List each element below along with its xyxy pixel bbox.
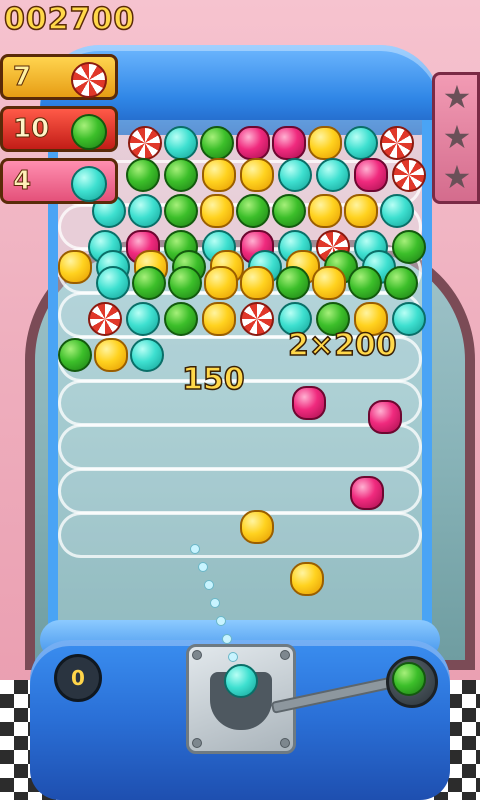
green-candy [276,266,310,300]
green-candy [132,266,166,300]
green-candy [164,158,198,192]
swirl-candy [88,302,122,336]
yellow-candy [202,302,236,336]
star-empty-icon: ★ [442,158,472,196]
green-candy [272,194,306,228]
rivet [280,650,290,660]
next-candy[interactable] [392,662,426,696]
green-candy [392,230,426,264]
aim-trail-dot [216,616,226,626]
points-popup: 150 [181,361,245,398]
rivet [192,650,202,660]
goal-count: 7 [13,62,32,93]
score-display: 002700 [3,1,136,38]
teal-candy-icon [71,166,107,202]
rivet [192,738,202,748]
yellow-candy [94,338,128,372]
yellow-candy [240,266,274,300]
berry-candy [236,126,270,160]
swirl-candy [128,126,162,160]
aim-trail-dot [190,544,200,554]
berry-candy [350,476,384,510]
loaded-candy[interactable] [224,664,258,698]
berry-candy [292,386,326,420]
yellow-candy [312,266,346,300]
green-candy [126,158,160,192]
swirl-candy [240,302,274,336]
yellow-candy [290,562,324,596]
yellow-candy [308,194,342,228]
green-candy [236,194,270,228]
teal-candy [130,338,164,372]
yellow-candy [240,510,274,544]
stars-panel: ★ ★ ★ [432,72,480,204]
teal-candy [164,126,198,160]
green-candy [200,126,234,160]
green-candy [168,266,202,300]
goal-teal: 4 [0,158,118,204]
teal-candy [344,126,378,160]
aim-trail-dot [222,634,232,644]
green-candy [164,302,198,336]
goal-count: 10 [13,114,50,145]
teal-candy [316,158,350,192]
yellow-candy [202,158,236,192]
teal-candy [126,302,160,336]
berry-candy [368,400,402,434]
glass-tube [58,424,422,470]
berry-candy [272,126,306,160]
yellow-candy [204,266,238,300]
yellow-candy [58,250,92,284]
berry-candy [354,158,388,192]
teal-candy [392,302,426,336]
goal-count: 4 [13,166,32,197]
green-candy [58,338,92,372]
teal-candy [128,194,162,228]
green-candy [384,266,418,300]
aim-trail-dot [210,598,220,608]
green-candy [348,266,382,300]
star-empty-icon: ★ [442,118,472,156]
teal-candy [96,266,130,300]
aim-trail-dot [204,580,214,590]
shots-counter: 0 [54,654,102,702]
rivet [280,738,290,748]
swirl-candy-icon [71,62,107,98]
yellow-candy [308,126,342,160]
teal-candy [380,194,414,228]
aim-trail-dot [228,652,238,662]
swirl-candy [392,158,426,192]
yellow-candy [344,194,378,228]
yellow-candy [200,194,234,228]
aim-trail-dot [198,562,208,572]
star-empty-icon: ★ [442,78,472,116]
combo-score-popup: 2×200 [287,327,397,364]
swirl-candy [380,126,414,160]
goal-green: 10 [0,106,118,152]
teal-candy [278,158,312,192]
green-candy [164,194,198,228]
yellow-candy [240,158,274,192]
goal-swirl: 7 [0,54,118,100]
green-candy-icon [71,114,107,150]
